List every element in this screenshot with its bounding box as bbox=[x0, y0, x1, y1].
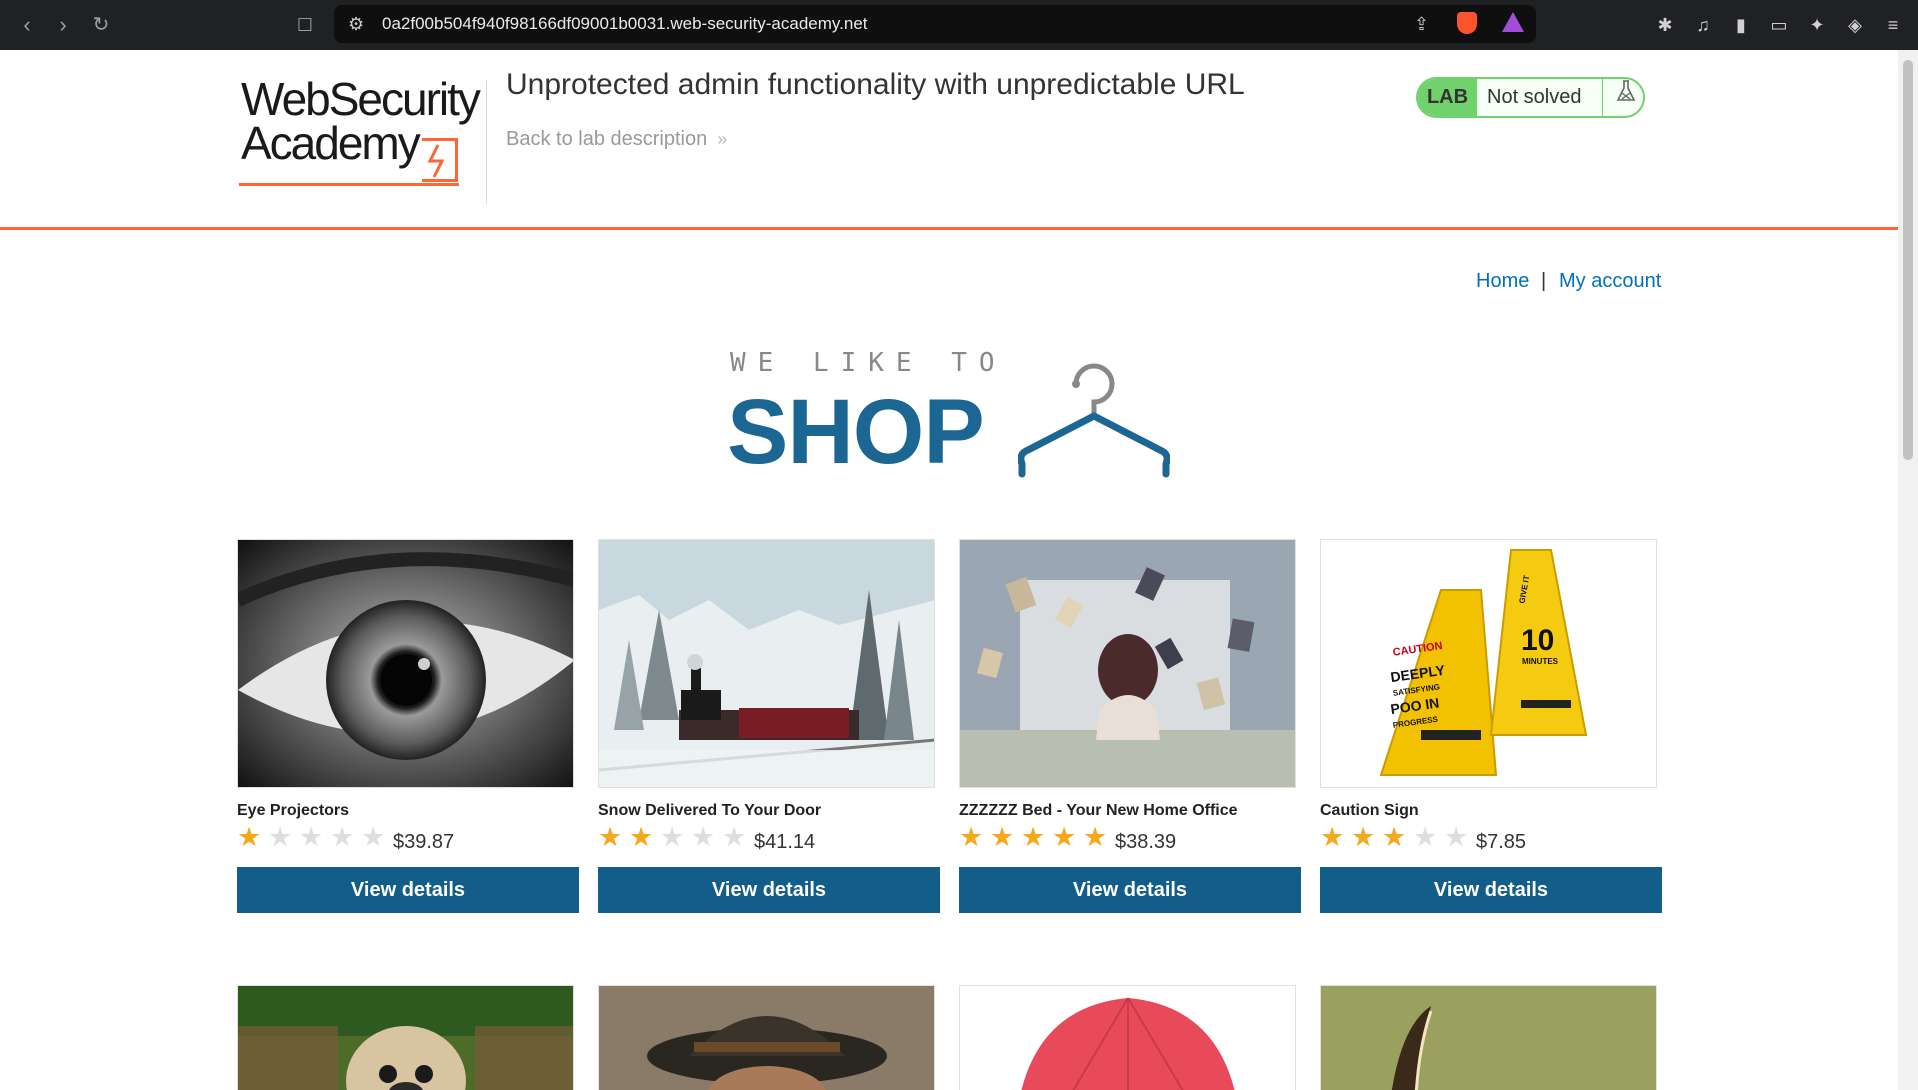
star-icon: ★ bbox=[598, 822, 623, 852]
double-chevron-icon: » bbox=[717, 129, 728, 149]
product-image-snow-train bbox=[598, 539, 935, 788]
status-text: Not solved bbox=[1487, 86, 1582, 108]
star-icon: ★ bbox=[1083, 822, 1108, 852]
logo-line2: Academy bbox=[241, 117, 421, 169]
share-icon[interactable]: ⇪ bbox=[1414, 5, 1429, 43]
lab-title: Unprotected admin functionality with unp… bbox=[506, 68, 1245, 101]
extensions-icon[interactable]: ✱ bbox=[1652, 12, 1678, 38]
nav-separator: | bbox=[1541, 270, 1547, 292]
product-name: ZZZZZZ Bed - Your New Home Office bbox=[959, 802, 1238, 819]
product-image-pug bbox=[237, 985, 574, 1090]
hero-title: SHOP bbox=[727, 381, 985, 483]
star-icon: ★ bbox=[959, 822, 984, 852]
brave-shields-icon[interactable] bbox=[1457, 12, 1477, 34]
lab-status-widget: LAB Not solved bbox=[1416, 77, 1645, 118]
site-info-icon[interactable]: ⚙ bbox=[348, 5, 364, 43]
back-icon[interactable]: ‹ bbox=[12, 10, 42, 40]
reload-icon[interactable]: ↻ bbox=[86, 10, 116, 40]
home-link[interactable]: Home bbox=[1476, 270, 1529, 293]
product-name: Eye Projectors bbox=[237, 802, 350, 819]
star-icon: ★ bbox=[1444, 822, 1469, 852]
product-image-bed bbox=[959, 539, 1296, 788]
hanger-icon bbox=[1018, 363, 1170, 478]
view-details-button[interactable]: View details bbox=[598, 867, 940, 913]
bookmark-icon[interactable]: ☐ bbox=[290, 10, 320, 40]
star-icon: ★ bbox=[1351, 822, 1376, 852]
star-icon: ★ bbox=[660, 822, 685, 852]
star-icon: ★ bbox=[330, 822, 355, 852]
product-image-abstract bbox=[1320, 985, 1657, 1090]
star-icon: ★ bbox=[1413, 822, 1438, 852]
product-price: $38.39 bbox=[1115, 831, 1177, 853]
star-icon: ★ bbox=[691, 822, 716, 852]
star-icon: ★ bbox=[990, 822, 1015, 852]
menu-icon[interactable]: ≡ bbox=[1880, 12, 1906, 38]
my-account-link[interactable]: My account bbox=[1559, 270, 1661, 293]
star-icon: ★ bbox=[361, 822, 386, 852]
logo-underline bbox=[239, 183, 459, 186]
hero-tagline: WE LIKE TO bbox=[730, 348, 1007, 378]
star-icon: ★ bbox=[722, 822, 747, 852]
header-rule bbox=[0, 227, 1898, 230]
back-to-lab-link[interactable]: Back to lab description » bbox=[506, 128, 727, 151]
product-name: Caution Sign bbox=[1320, 802, 1419, 819]
scrollbar-thumb[interactable] bbox=[1903, 60, 1913, 460]
product-price: $41.14 bbox=[754, 831, 816, 853]
star-icon: ★ bbox=[1052, 822, 1077, 852]
star-icon: ★ bbox=[268, 822, 293, 852]
brave-rewards-icon[interactable] bbox=[1502, 12, 1524, 32]
product-image-eye bbox=[237, 539, 574, 788]
address-bar[interactable]: ⚙ 0a2f00b504f940f98166df09001b0031.web-s… bbox=[334, 5, 1536, 43]
view-details-button[interactable]: View details bbox=[237, 867, 579, 913]
star-icon: ★ bbox=[1382, 822, 1407, 852]
view-details-button[interactable]: View details bbox=[959, 867, 1301, 913]
sign-ten-text: 10 bbox=[1521, 624, 1554, 657]
logo-bolt-icon bbox=[422, 138, 458, 182]
lab-badge: LAB bbox=[1418, 79, 1477, 116]
page-content: WebSecurity Academy Unprotected admin fu… bbox=[0, 50, 1898, 1090]
url-text[interactable]: 0a2f00b504f940f98166df09001b0031.web-sec… bbox=[382, 5, 868, 43]
product-price: $7.85 bbox=[1476, 831, 1527, 853]
product-price: $39.87 bbox=[393, 831, 455, 853]
star-icon: ★ bbox=[1320, 822, 1345, 852]
web-security-academy-logo[interactable]: WebSecurity Academy bbox=[237, 72, 487, 212]
sidebar-icon[interactable]: ▮ bbox=[1728, 12, 1754, 38]
header-divider bbox=[486, 80, 487, 204]
vpn-icon[interactable]: ◈ bbox=[1842, 12, 1868, 38]
star-icon: ★ bbox=[237, 822, 262, 852]
forward-icon[interactable]: › bbox=[48, 10, 78, 40]
view-details-button[interactable]: View details bbox=[1320, 867, 1662, 913]
browser-toolbar: ‹ › ↻ ☐ ⚙ 0a2f00b504f940f98166df09001b00… bbox=[0, 0, 1918, 50]
product-image-umbrella bbox=[959, 985, 1296, 1090]
sign-minutes-text: MINUTES bbox=[1522, 657, 1559, 666]
status-separator bbox=[1602, 79, 1603, 116]
page-scrollbar[interactable] bbox=[1898, 50, 1918, 1090]
back-link-label: Back to lab description bbox=[506, 128, 708, 150]
flask-icon bbox=[1608, 79, 1643, 116]
wallet-icon[interactable]: ▭ bbox=[1766, 12, 1792, 38]
star-icon: ★ bbox=[629, 822, 654, 852]
star-icon: ★ bbox=[1021, 822, 1046, 852]
star-icon: ★ bbox=[299, 822, 324, 852]
product-image-hat bbox=[598, 985, 935, 1090]
media-icon[interactable]: ♫ bbox=[1690, 12, 1716, 38]
product-image-caution-sign: CAUTION DEEPLY SATISFYING POO IN PROGRES… bbox=[1320, 539, 1657, 788]
leo-ai-icon[interactable]: ✦ bbox=[1804, 12, 1830, 38]
product-name: Snow Delivered To Your Door bbox=[598, 802, 822, 819]
